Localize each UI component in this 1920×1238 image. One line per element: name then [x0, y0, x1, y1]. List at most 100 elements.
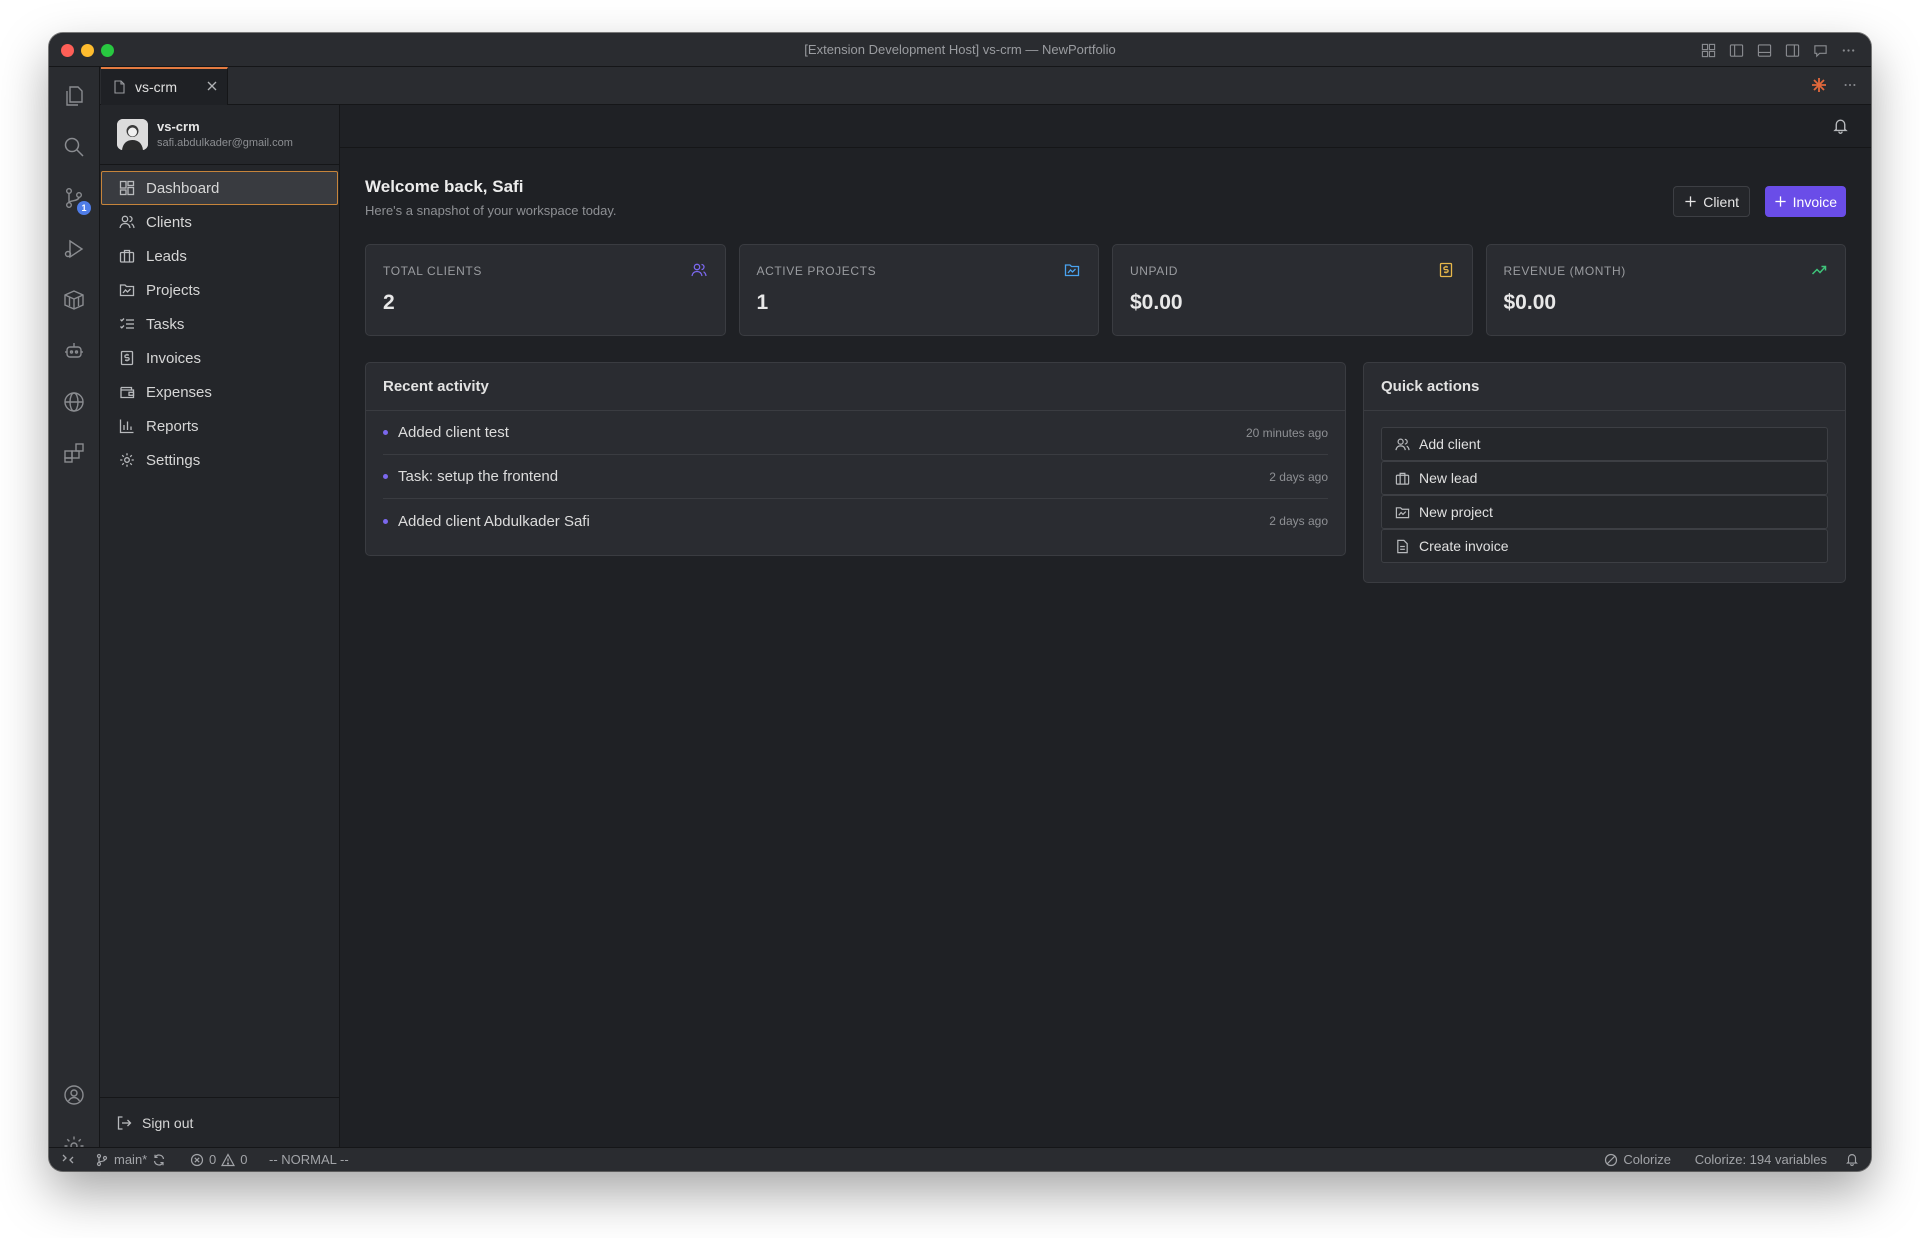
bullet-dot [383, 474, 388, 479]
colorize-disabled-icon [1604, 1153, 1618, 1167]
document-icon [1394, 538, 1410, 554]
sidebar-item-label: Settings [146, 451, 201, 469]
vim-mode: -- NORMAL -- [269, 1152, 349, 1167]
colorize-toggle[interactable]: Colorize [1604, 1152, 1671, 1167]
close-tab-icon[interactable] [205, 79, 219, 93]
briefcase-icon [118, 247, 136, 265]
status-notifications-icon[interactable] [1845, 1152, 1859, 1166]
remote-indicator[interactable] [61, 1152, 75, 1166]
robot-icon[interactable] [61, 338, 87, 364]
sidebar-item-leads[interactable]: Leads [101, 239, 338, 273]
editor-actions [1811, 77, 1857, 93]
quick-new-project-button[interactable]: New project [1381, 495, 1828, 529]
sign-out-label: Sign out [142, 1114, 194, 1131]
page-subtitle: Here's a snapshot of your workspace toda… [365, 203, 617, 218]
sidebar-item-label: Invoices [146, 349, 202, 367]
layout-controls [1699, 41, 1857, 59]
tab-label: vs-crm [135, 79, 177, 95]
run-debug-icon[interactable] [61, 236, 87, 262]
stat-value: 1 [756, 291, 769, 314]
users-icon [690, 261, 708, 279]
branch-name: main* [114, 1152, 148, 1167]
title-bar: [Extension Development Host] vs-crm — Ne… [49, 33, 1871, 67]
sidebar-item-reports[interactable]: Reports [101, 409, 338, 443]
quick-actions-list: Add client New lead New project Create i… [1364, 411, 1845, 563]
error-icon [190, 1153, 204, 1167]
tab-vs-crm[interactable]: vs-crm [101, 67, 228, 105]
sidebar-item-label: Projects [146, 281, 201, 299]
remote-icon [61, 1152, 75, 1166]
sidebar-item-invoices[interactable]: Invoices [101, 341, 338, 375]
colorize-label: Colorize [1623, 1152, 1671, 1167]
sidebar-item-label: Dashboard [146, 179, 220, 197]
stat-label: TOTAL CLIENTS [383, 264, 482, 278]
activity-time: 20 minutes ago [1245, 425, 1328, 440]
search-icon[interactable] [61, 134, 87, 160]
toggle-panel-icon[interactable] [1755, 41, 1773, 59]
activity-item: Task: setup the frontend 2 days ago [383, 455, 1328, 499]
customize-layout-icon[interactable] [1699, 41, 1717, 59]
bullet-dot [383, 430, 388, 435]
activity-bar: 1 [49, 67, 100, 1156]
sidebar-item-dashboard[interactable]: Dashboard [101, 171, 338, 205]
chat-icon[interactable] [1811, 41, 1829, 59]
briefcase-icon [1394, 470, 1410, 486]
toggle-primary-sidebar-icon[interactable] [1727, 41, 1745, 59]
extensions-icon[interactable] [61, 440, 87, 466]
app-window: [Extension Development Host] vs-crm — Ne… [49, 33, 1871, 1171]
dollar-doc-icon [118, 349, 136, 367]
status-bar: main* 0 0 -- NORMAL -- Colorize Colorize… [49, 1147, 1871, 1171]
sidebar-item-label: Leads [146, 247, 187, 265]
account-icon[interactable] [61, 1082, 87, 1108]
activity-item: Added client Abdulkader Safi 2 days ago [383, 499, 1328, 543]
sidebar-item-label: Reports [146, 417, 199, 435]
avatar [117, 119, 148, 150]
globe-icon[interactable] [61, 389, 87, 415]
more-actions-icon[interactable] [1843, 78, 1857, 92]
add-client-button[interactable]: Client [1673, 186, 1750, 217]
plus-icon [1684, 195, 1697, 208]
users-icon [1394, 436, 1410, 452]
sidebar-item-projects[interactable]: Projects [101, 273, 338, 307]
explorer-icon[interactable] [61, 83, 87, 109]
stats-row: TOTAL CLIENTS 2 ACTIVE PROJECTS 1 UNPAID… [365, 244, 1846, 336]
branch-indicator[interactable]: main* [95, 1152, 166, 1167]
quick-new-lead-button[interactable]: New lead [1381, 461, 1828, 495]
notifications-bell-icon[interactable] [1832, 117, 1849, 134]
profile-header: vs-crm safi.abdulkader@gmail.com [100, 105, 339, 165]
activity-time: 2 days ago [1269, 514, 1328, 528]
quick-actions-card: Quick actions Add client New lead New pr… [1363, 362, 1846, 583]
activity-time: 2 days ago [1269, 469, 1328, 484]
checklist-icon [118, 315, 136, 333]
quick-actions-title: Quick actions [1364, 363, 1845, 411]
crm-sidebar: vs-crm safi.abdulkader@gmail.com Dashboa… [100, 105, 340, 1147]
colorize-count[interactable]: Colorize: 194 variables [1695, 1152, 1827, 1167]
quick-add-client-button[interactable]: Add client [1381, 427, 1828, 461]
folder-icon [1394, 504, 1410, 520]
sidebar-item-tasks[interactable]: Tasks [101, 307, 338, 341]
box-icon[interactable] [61, 287, 87, 313]
sidebar-item-clients[interactable]: Clients [101, 205, 338, 239]
stat-card-revenue-month: REVENUE (MONTH) $0.00 [1485, 244, 1846, 336]
editor-tabs: vs-crm [100, 67, 1871, 105]
sparkle-icon[interactable] [1811, 77, 1827, 93]
activity-text: Added client Abdulkader Safi [398, 512, 590, 530]
sidebar-item-expenses[interactable]: Expenses [101, 375, 338, 409]
source-control-icon[interactable]: 1 [61, 185, 91, 215]
add-invoice-button[interactable]: Invoice [1764, 186, 1846, 217]
error-count: 0 [209, 1152, 217, 1167]
toggle-secondary-sidebar-icon[interactable] [1783, 41, 1801, 59]
file-icon [113, 80, 126, 94]
warning-icon [221, 1152, 236, 1167]
sign-out-button[interactable]: Sign out [100, 1097, 339, 1147]
sidebar-item-settings[interactable]: Settings [101, 443, 338, 477]
problems-indicator[interactable]: 0 0 [190, 1152, 247, 1167]
main-topbar [340, 105, 1871, 148]
quick-create-invoice-button[interactable]: Create invoice [1381, 529, 1828, 563]
folder-icon [118, 281, 136, 299]
window-title: [Extension Development Host] vs-crm — Ne… [804, 42, 1116, 57]
sync-icon[interactable] [152, 1153, 166, 1167]
stat-label: ACTIVE PROJECTS [756, 264, 877, 278]
quick-action-label: New project [1419, 504, 1493, 520]
more-icon[interactable] [1839, 41, 1857, 59]
